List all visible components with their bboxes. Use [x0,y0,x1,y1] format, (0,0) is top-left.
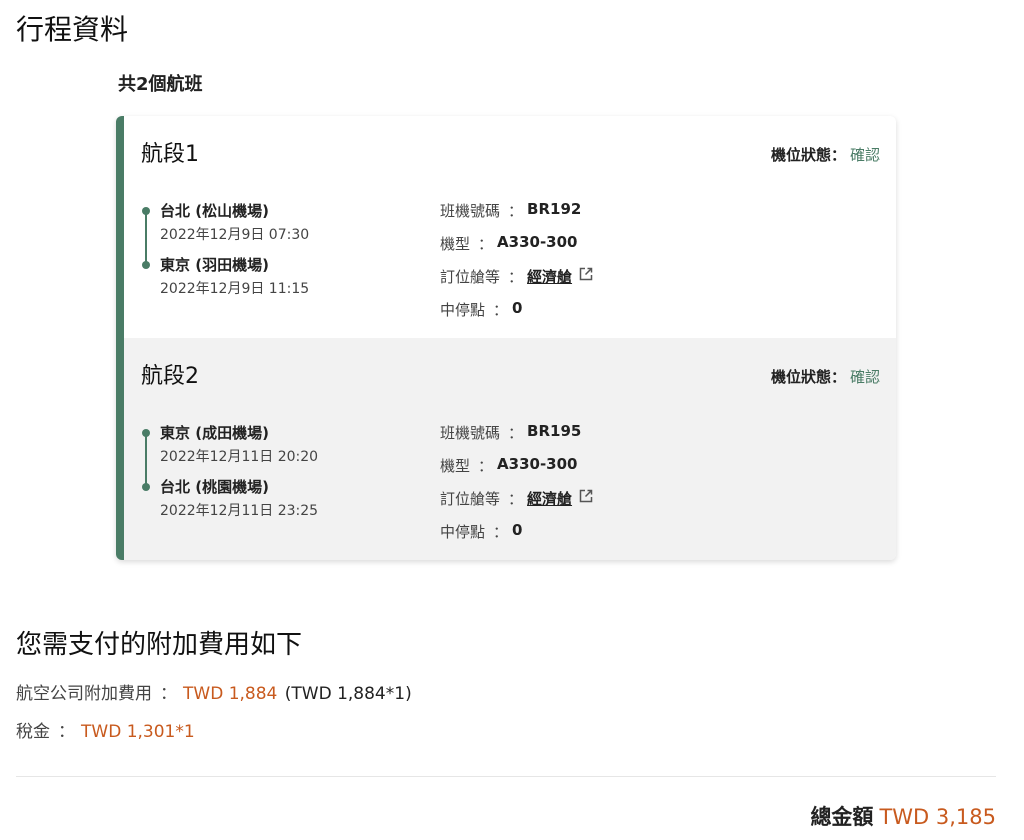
departure-dot-icon [142,429,150,437]
cabin-row: 訂位艙等 ：經濟艙 [440,488,740,521]
segment-1: 航段1 機位狀態： 確認 台北 (松山機場) 2022年12月9日 07:30 東… [124,116,896,338]
flight-info: 班機號碼： BR195 機型： A330-300 訂位艙等：經濟艙 中停點： 0 [440,422,740,554]
separator: ： [160,684,177,704]
external-link-icon[interactable] [578,488,594,504]
arrival-airport: 東京 (羽田機場) [160,256,269,274]
aircraft-row: 機型 ： A330-300 [440,233,740,266]
flight-number-label: 班機號碼 [440,424,501,442]
separator: ： [508,490,524,508]
tax-label: 稅金 [16,722,50,742]
segment-title: 航段2 [141,364,199,389]
flight-number: BR195 [527,422,582,440]
seat-status: 機位狀態： 確認 [771,366,880,387]
departure-time: 2022年12月9日 07:30 [160,227,310,243]
stops-row: 中停點 ： 0 [440,521,740,554]
stops-label: 中停點 [440,301,486,319]
separator: ： [508,202,524,220]
total-value: TWD 3,185 [879,805,996,829]
flight-count: 共2個航班 [118,74,203,95]
departure-time: 2022年12月11日 20:20 [160,449,319,465]
seat-status-value: 確認 [849,368,880,386]
fees-title: 您需支付的附加費用如下 [16,630,303,660]
arrival-dot-icon [142,261,150,269]
separator: ： [58,722,75,742]
total-amount: 總金額 TWD 3,185 [810,801,996,831]
cabin-label: 訂位艙等 [440,490,501,508]
airline-surcharge-row: 航空公司附加費用 ： TWD 1,884 (TWD 1,884*1) [16,679,412,704]
departure-airport: 台北 (松山機場) [160,202,269,220]
flight-segments-card: 航段1 機位狀態： 確認 台北 (松山機場) 2022年12月9日 07:30 東… [116,116,896,560]
separator: ： [478,457,494,475]
arrival-time: 2022年12月9日 11:15 [160,281,310,297]
arrival-dot-icon [142,483,150,491]
seat-status: 機位狀態： 確認 [771,144,880,165]
separator: ： [508,424,524,442]
stops-count: 0 [512,299,523,317]
cabin-row: 訂位艙等 ：經濟艙 [440,266,740,299]
tax-row: 稅金 ： TWD 1,301*1 [16,717,195,742]
separator: ： [493,523,509,541]
page-title: 行程資料 [16,13,129,46]
flight-number-row: 班機號碼 ： BR192 [440,200,740,233]
stops-row: 中停點 ： 0 [440,299,740,332]
route-timeline: 台北 (松山機場) 2022年12月9日 07:30 東京 (羽田機場) 202… [142,200,422,300]
route-timeline: 東京 (成田機場) 2022年12月11日 20:20 台北 (桃園機場) 20… [142,422,422,522]
divider [16,776,996,777]
route-line [145,210,147,264]
total-label: 總金額 [810,805,874,829]
aircraft-type: A330-300 [497,455,578,473]
external-link-icon[interactable] [578,266,594,282]
stops-count: 0 [512,521,523,539]
aircraft-label: 機型 [440,235,471,253]
segment-2: 航段2 機位狀態： 確認 東京 (成田機場) 2022年12月11日 20:20 … [124,338,896,560]
departure-dot-icon [142,207,150,215]
flight-number-label: 班機號碼 [440,202,501,220]
route-line [145,432,147,486]
airline-surcharge-label: 航空公司附加費用 [16,684,152,704]
seat-status-label: 機位狀態： [770,368,846,386]
seat-status-label: 機位狀態： [770,146,846,164]
aircraft-row: 機型 ： A330-300 [440,455,740,488]
seat-status-value: 確認 [849,146,880,164]
stops-label: 中停點 [440,523,486,541]
separator: ： [478,235,494,253]
segment-title: 航段1 [141,142,199,167]
flight-number: BR192 [527,200,582,218]
cabin-class-link[interactable]: 經濟艙 [527,266,572,287]
separator: ： [493,301,509,319]
tax-amount: TWD 1,301*1 [81,722,195,742]
separator: ： [508,268,524,286]
flight-number-row: 班機號碼 ： BR195 [440,422,740,455]
airline-surcharge-detail: (TWD 1,884*1) [284,684,412,704]
flight-info: 班機號碼： BR192 機型： A330-300 訂位艙等：經濟艙 中停點： 0 [440,200,740,332]
arrival-airport: 台北 (桃園機場) [160,478,269,496]
cabin-label: 訂位艙等 [440,268,501,286]
aircraft-type: A330-300 [497,233,578,251]
aircraft-label: 機型 [440,457,471,475]
cabin-class-link[interactable]: 經濟艙 [527,488,572,509]
airline-surcharge-amount: TWD 1,884 [183,684,278,704]
arrival-time: 2022年12月11日 23:25 [160,503,319,519]
departure-airport: 東京 (成田機場) [160,424,269,442]
